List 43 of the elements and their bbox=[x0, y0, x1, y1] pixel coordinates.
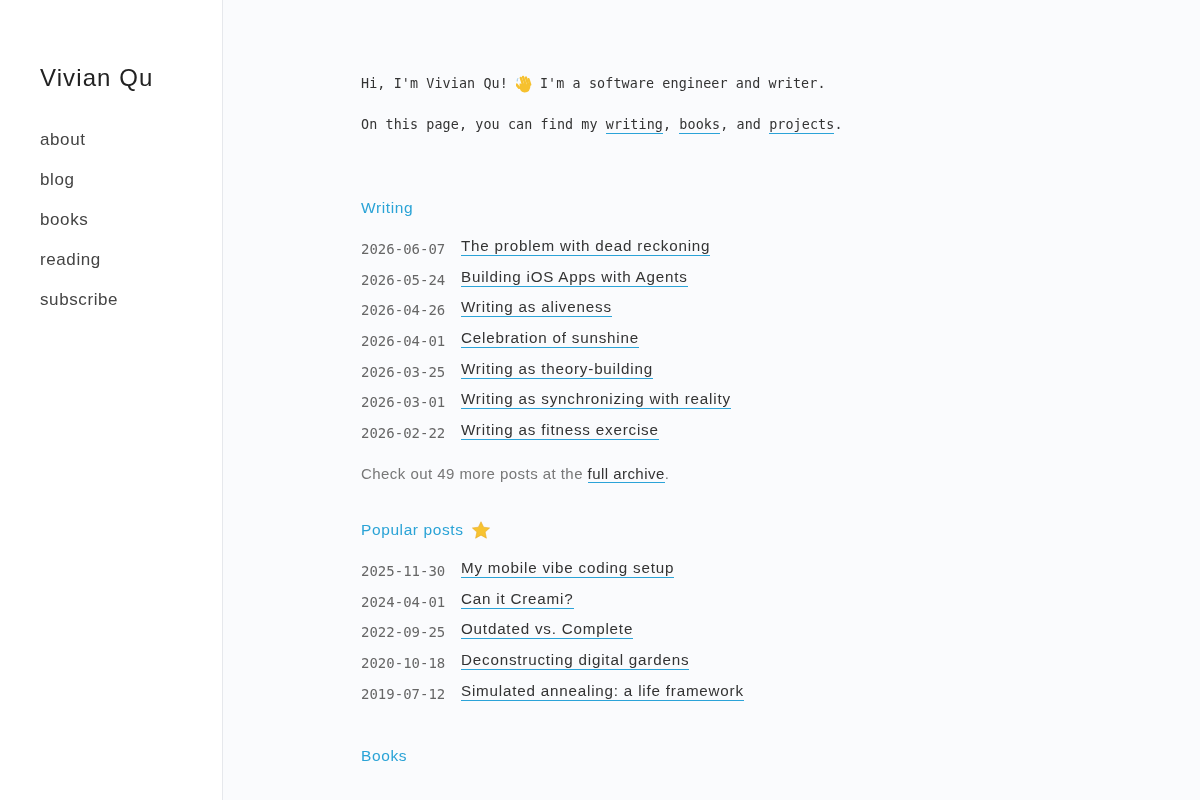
text-link[interactable]: books bbox=[679, 117, 721, 134]
post-link[interactable]: Building iOS Apps with Agents bbox=[461, 267, 688, 287]
post-link[interactable]: Can it Creami? bbox=[461, 589, 574, 609]
tagline-text: I'm a software engineer and writer. bbox=[539, 75, 826, 93]
post-date: 2019-07-12 bbox=[361, 685, 447, 702]
post-date: 2026-04-01 bbox=[361, 333, 447, 350]
post-date: 2022-09-25 bbox=[361, 624, 447, 641]
post-link[interactable]: The problem with dead reckoning bbox=[461, 237, 711, 256]
post-link[interactable]: My mobile vibe coding setup bbox=[461, 558, 675, 578]
archive-link[interactable]: full archive bbox=[587, 464, 665, 483]
post-link[interactable]: Simulated annealing: a life framework bbox=[461, 681, 744, 701]
intro-sentence: On this page, you can find my writing, books, and projects. bbox=[361, 116, 844, 136]
post-date: 2026-05-24 bbox=[361, 271, 447, 288]
post-link[interactable]: Deconstructing digital gardens bbox=[461, 650, 690, 670]
nav-link[interactable]: reading bbox=[40, 240, 101, 280]
post-date: 2024-04-01 bbox=[361, 593, 447, 610]
post-date: 2020-10-18 bbox=[361, 654, 447, 671]
post-date: 2026-03-25 bbox=[361, 363, 447, 380]
post-link[interactable]: Outdated vs. Complete bbox=[461, 620, 634, 640]
section-heading: Books bbox=[361, 746, 408, 767]
nav-link[interactable]: subscribe bbox=[40, 280, 119, 320]
greeting-text: Hi, I'm Vivian Qu! bbox=[361, 75, 508, 93]
text-link[interactable]: projects bbox=[769, 117, 835, 134]
site-title[interactable]: Vivian Qu bbox=[40, 62, 154, 94]
post-link[interactable]: Writing as synchronizing with reality bbox=[461, 390, 731, 410]
post-date: 2026-06-07 bbox=[361, 241, 447, 257]
nav-link[interactable]: blog bbox=[40, 160, 75, 200]
post-date: 2025-11-30 bbox=[361, 562, 447, 579]
post-date: 2026-04-26 bbox=[361, 302, 447, 319]
waving-hand-icon bbox=[515, 75, 533, 93]
star-icon bbox=[471, 520, 490, 539]
nav-link[interactable]: books bbox=[40, 200, 89, 240]
post-date: 2026-02-22 bbox=[361, 425, 447, 442]
post-date: 2026-03-01 bbox=[361, 394, 447, 411]
post-link[interactable]: Writing as fitness exercise bbox=[461, 421, 659, 441]
nav-link[interactable]: about bbox=[40, 120, 86, 160]
post-link[interactable]: Writing as theory-building bbox=[461, 359, 653, 379]
archive-note: Check out 49 more posts at the full archive. bbox=[361, 463, 671, 485]
section-heading: Popular posts bbox=[361, 519, 464, 540]
post-link[interactable]: Celebration of sunshine bbox=[461, 329, 639, 349]
post-link[interactable]: Writing as aliveness bbox=[461, 298, 612, 318]
section-heading: Writing bbox=[361, 198, 414, 218]
text-link[interactable]: writing bbox=[605, 117, 663, 134]
